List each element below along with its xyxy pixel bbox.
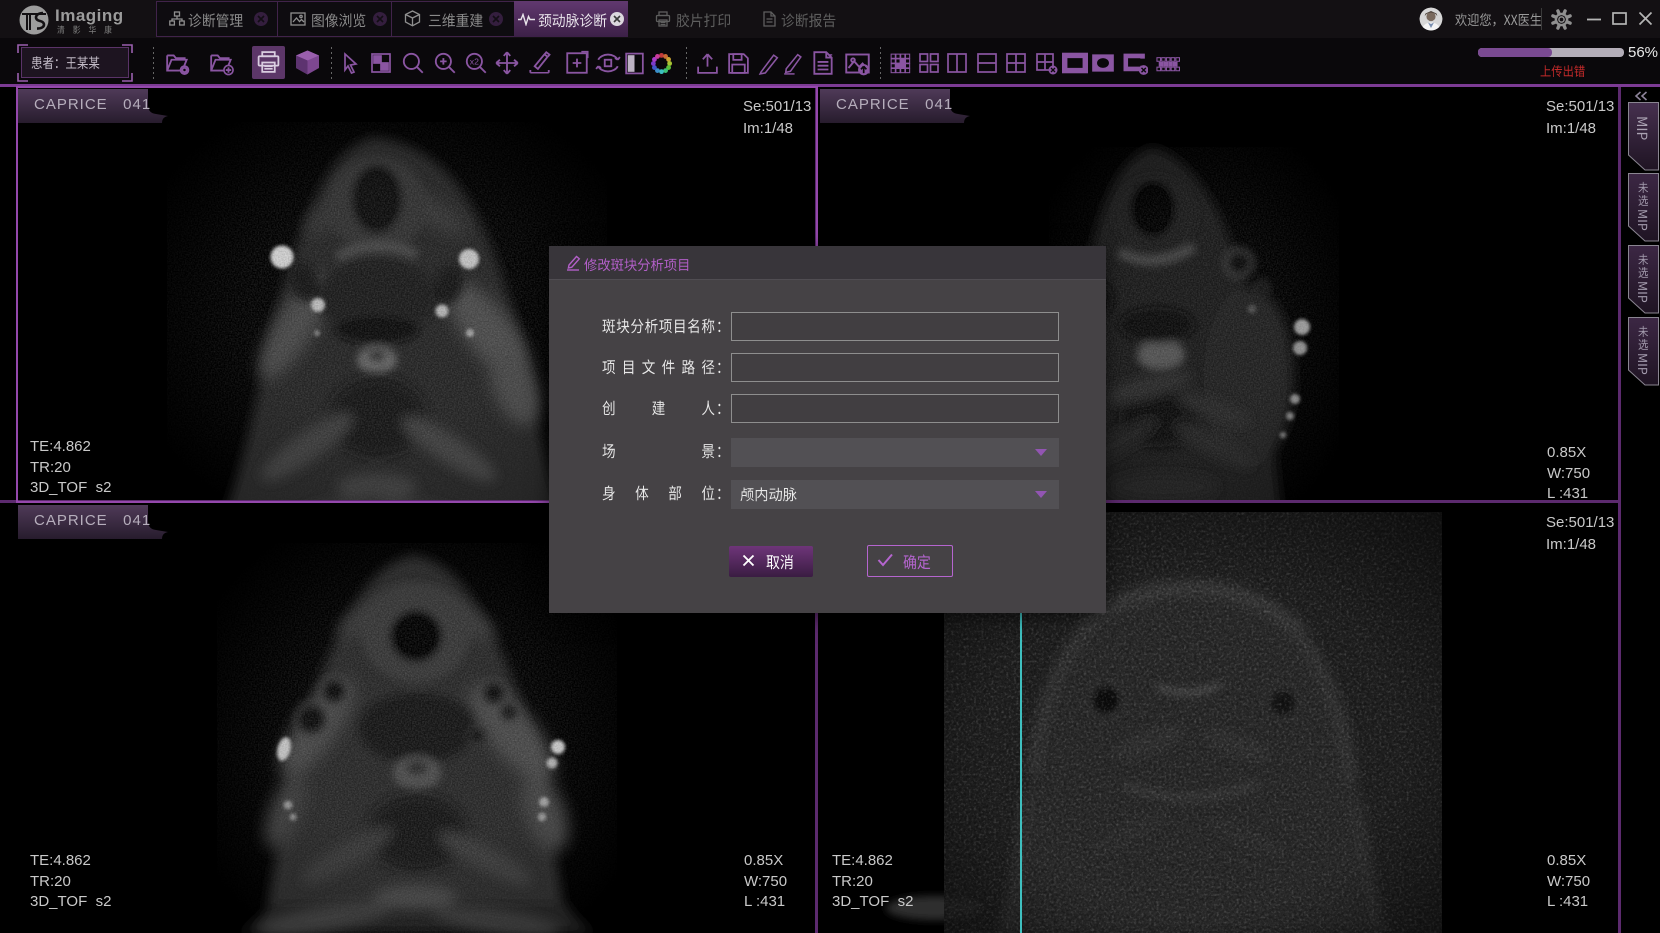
svg-text:x2: x2	[470, 57, 479, 67]
